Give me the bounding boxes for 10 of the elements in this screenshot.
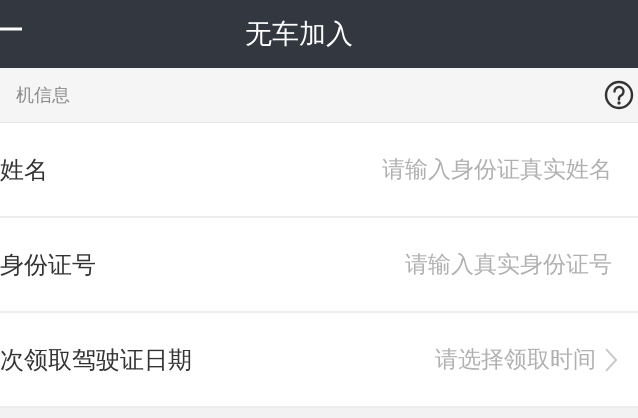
field-label: 姓名 xyxy=(0,154,48,186)
section-title: 机信息 xyxy=(16,84,70,107)
input-field[interactable]: 请输入身份证真实姓名 xyxy=(282,156,612,182)
field-label: 身份证号 xyxy=(0,250,96,280)
date-picker[interactable]: 请选择领取时间 xyxy=(435,344,618,375)
chevron-right-icon xyxy=(604,346,618,372)
input-field[interactable]: 请输入真实身份证号 xyxy=(282,252,612,278)
field-label: 次领取驾驶证日期 xyxy=(0,344,192,376)
help-icon[interactable] xyxy=(604,80,634,110)
page-title: 无车加入 xyxy=(245,18,353,52)
